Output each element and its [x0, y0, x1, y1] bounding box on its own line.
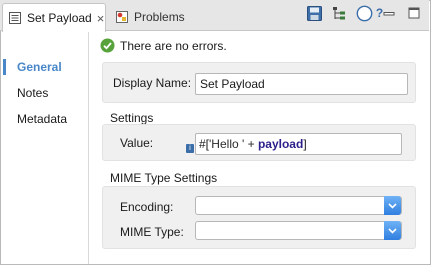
check-icon — [100, 38, 115, 53]
chevron-down-icon[interactable] — [384, 196, 401, 215]
encoding-select[interactable] — [195, 196, 402, 215]
properties-icon — [8, 11, 22, 25]
nav-item-general[interactable]: General — [3, 56, 87, 78]
mime-settings-title: MIME Type Settings — [110, 171, 218, 185]
tab-label: Problems — [134, 10, 185, 24]
view-toolbar — [298, 5, 423, 22]
display-name-input[interactable] — [195, 73, 408, 95]
save-icon[interactable] — [306, 5, 323, 22]
mime-type-select[interactable] — [195, 221, 402, 240]
properties-content: There are no errors. Display Name: Setti… — [90, 32, 429, 264]
value-label: Value: — [120, 136, 154, 150]
tab-problems[interactable]: Problems — [110, 3, 206, 31]
tab-set-payload[interactable]: Set Payload × — [2, 3, 106, 32]
expr-keyword: payload — [257, 137, 304, 151]
settings-title: Settings — [110, 111, 154, 125]
close-icon[interactable]: × — [97, 11, 105, 26]
nav-item-label: Metadata — [17, 112, 68, 126]
tab-label: Set Payload — [27, 11, 92, 25]
validation-status: There are no errors. — [100, 38, 227, 53]
chevron-down-icon[interactable] — [384, 221, 401, 240]
problems-icon — [115, 10, 129, 24]
display-name-label: Display Name: — [113, 76, 192, 90]
mime-type-label: MIME Type: — [120, 225, 184, 239]
encoding-label: Encoding: — [120, 200, 174, 214]
general-group: Display Name: — [102, 62, 416, 103]
expr-string: 'Hello ' + — [209, 137, 258, 151]
maximize-icon[interactable] — [406, 5, 423, 22]
info-icon: i — [186, 144, 194, 153]
expr-suffix: ] — [303, 137, 307, 151]
help-glyph: ? — [375, 6, 384, 20]
nav-item-metadata[interactable]: Metadata — [3, 108, 87, 130]
value-expression-input[interactable]: #['Hello ' + payload] — [195, 133, 402, 155]
nav-item-notes[interactable]: Notes — [3, 82, 87, 104]
settings-group: Value: i #['Hello ' + payload] — [102, 124, 416, 161]
section-nav: General Notes Metadata — [1, 32, 89, 264]
mime-settings-group: Encoding: MIME Type: — [102, 186, 416, 249]
nav-item-label: General — [17, 60, 62, 74]
tree-icon[interactable] — [331, 5, 348, 22]
tab-bar: Set Payload × Problems — [0, 0, 429, 32]
expr-prefix: #[ — [199, 137, 210, 151]
status-text: There are no errors. — [120, 38, 227, 53]
nav-item-label: Notes — [17, 86, 49, 100]
